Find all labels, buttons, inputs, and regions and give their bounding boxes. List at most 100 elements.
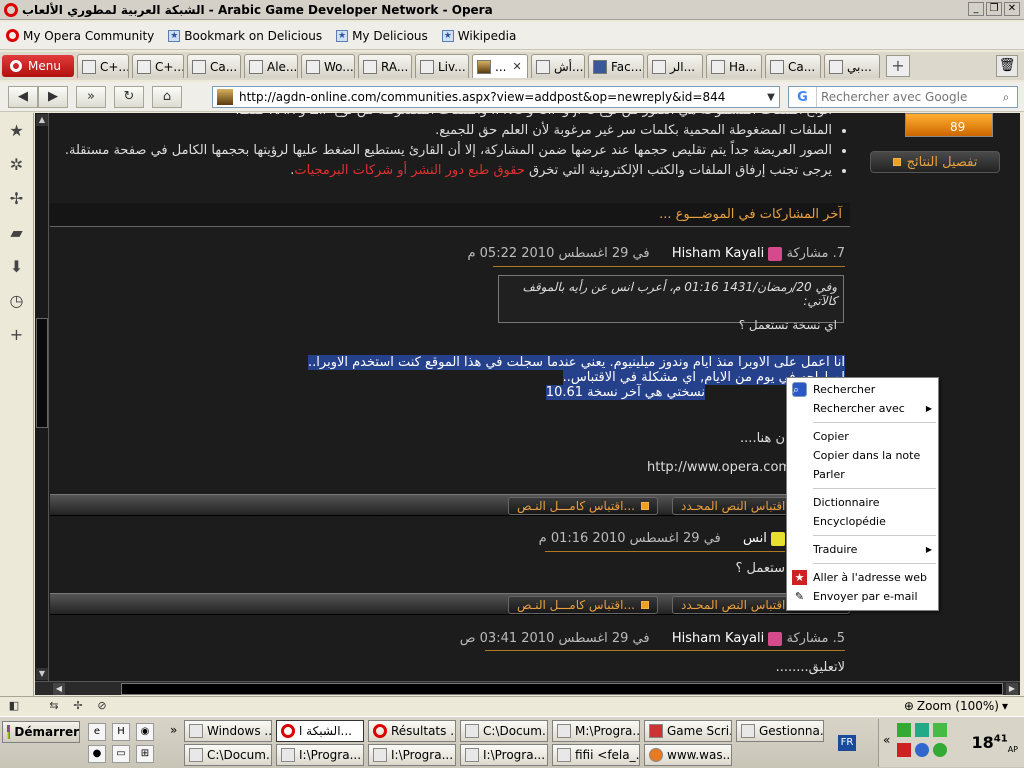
minimize-button[interactable]: _	[968, 2, 984, 16]
add-panel-icon[interactable]: +	[7, 325, 27, 345]
quicklaunch-media-icon[interactable]: ●	[88, 745, 106, 763]
tray-app-icon[interactable]	[933, 723, 947, 737]
selected-text-line[interactable]: انا اعمل على الاوبرا منذ ايام وندوز ميلي…	[295, 355, 845, 370]
details-button[interactable]: تفصيل النتائج	[870, 151, 1000, 173]
quote-full-button[interactable]: اقتباس كامـــل النـص...	[508, 596, 658, 614]
scroll-left-icon[interactable]: ◀	[53, 683, 65, 695]
tray-network-icon[interactable]	[915, 743, 929, 757]
tab[interactable]: أش...	[531, 54, 585, 78]
tab-active[interactable]: ... ✕	[472, 54, 528, 78]
tray-app-icon[interactable]	[915, 723, 929, 737]
search-box[interactable]: G ⌕	[788, 86, 1018, 108]
menu-item-copy[interactable]: Copier	[787, 427, 938, 446]
tab[interactable]: RA...	[358, 54, 412, 78]
tab[interactable]: Fac...	[588, 54, 644, 78]
tab[interactable]: Ca...	[765, 54, 821, 78]
fast-forward-button[interactable]: »	[76, 85, 106, 108]
back-button[interactable]: ◀	[8, 85, 38, 108]
tab[interactable]: Ca...	[187, 54, 241, 78]
zoom-control[interactable]: ⊕ Zoom (100%) ▾	[904, 699, 1008, 713]
chevron-down-icon[interactable]: ▼	[763, 92, 779, 103]
address-url[interactable]: http://agdn-online.com/communities.aspx?…	[239, 90, 757, 104]
taskbar-item[interactable]: C:\Docum...	[460, 720, 548, 742]
google-icon[interactable]: G	[789, 87, 817, 107]
quicklaunch-firefox-icon[interactable]: ◉	[136, 723, 154, 741]
home-button[interactable]: ⌂	[152, 85, 182, 108]
history-clock-icon[interactable]: ◷	[7, 291, 27, 311]
quote-full-button[interactable]: اقتباس كامـــل النـص...	[508, 497, 658, 515]
bookmark-delicious[interactable]: ★ Bookmark on Delicious	[168, 29, 322, 43]
bookmark-wikipedia[interactable]: ★ Wikipedia	[441, 29, 516, 43]
language-indicator[interactable]: FR	[838, 735, 856, 751]
menu-item-copy-to-note[interactable]: Copier dans la note	[787, 446, 938, 465]
quicklaunch-app-icon[interactable]: H	[112, 723, 130, 741]
menu-item-go-to-address[interactable]: ★ Aller à l'adresse web	[787, 568, 938, 587]
quicklaunch-desktop-icon[interactable]: ▭	[112, 745, 130, 763]
taskbar-item[interactable]: fifii <fela_...	[552, 744, 640, 766]
tray-expand-icon[interactable]: «	[883, 733, 890, 747]
taskbar-item[interactable]: Gestionna...	[736, 720, 824, 742]
scroll-down-icon[interactable]: ▼	[36, 668, 48, 680]
menu-item-search[interactable]: ⌕ Rechercher	[787, 380, 938, 399]
tray-antivirus-icon[interactable]	[897, 743, 911, 757]
taskbar-item[interactable]: Game Scri...	[644, 720, 732, 742]
taskbar-item-active[interactable]: الشبكة ا...	[276, 720, 364, 742]
menu-item-send-email[interactable]: ✎ Envoyer par e-mail	[787, 587, 938, 606]
taskbar-item[interactable]: Windows ...	[184, 720, 272, 742]
menu-item-translate[interactable]: Traduire ▶	[787, 540, 938, 559]
notes-icon[interactable]: ▰	[7, 223, 27, 243]
unite-icon[interactable]: ✢	[7, 189, 27, 209]
clock[interactable]: 1841AP	[972, 733, 1018, 754]
unite-icon[interactable]: ✢	[68, 699, 88, 715]
menu-item-encyclopedia[interactable]: Encyclopédie	[787, 512, 938, 531]
tab[interactable]: Ha...	[706, 54, 762, 78]
scroll-right-icon[interactable]: ▶	[1006, 683, 1018, 695]
vertical-scrollbar[interactable]: ▲ ▼	[35, 113, 49, 681]
search-icon[interactable]: ⌕	[995, 90, 1017, 105]
more-chevron-icon[interactable]: »	[170, 723, 177, 737]
quicklaunch-ie-icon[interactable]: e	[88, 723, 106, 741]
reload-button[interactable]: ↻	[114, 85, 144, 108]
widgets-gear-icon[interactable]: ✲	[7, 155, 27, 175]
scroll-thumb[interactable]	[121, 683, 1003, 695]
downloads-icon[interactable]: ⬇	[7, 257, 27, 277]
menu-item-dictionary[interactable]: Dictionnaire	[787, 493, 938, 512]
bookmark-my-delicious[interactable]: ★ My Delicious	[336, 29, 428, 43]
horizontal-scrollbar[interactable]: ◀ ▶	[35, 681, 1020, 695]
post-author[interactable]: انس	[743, 531, 767, 546]
menu-item-search-with[interactable]: Rechercher avec ▶	[787, 399, 938, 418]
tab[interactable]: Ale...	[244, 54, 298, 78]
tab[interactable]: C+...	[132, 54, 184, 78]
opera-menu-button[interactable]: Menu	[2, 55, 74, 77]
bookmarks-star-icon[interactable]: ★	[7, 121, 27, 141]
selected-text-line[interactable]: لم اواجه في يوم من الايام, اي مشكلة في ا…	[295, 370, 845, 385]
taskbar-item[interactable]: I:\Progra...	[368, 744, 456, 766]
taskbar-item[interactable]: I:\Progra...	[276, 744, 364, 766]
scroll-up-icon[interactable]: ▲	[36, 114, 48, 126]
new-tab-button[interactable]: +	[886, 55, 910, 77]
post-link[interactable]: http://www.opera.com/	[647, 460, 795, 475]
bookmark-my-opera[interactable]: My Opera Community	[6, 29, 154, 43]
close-button[interactable]: ✕	[1004, 2, 1020, 16]
trash-icon[interactable]: 🗑	[996, 55, 1018, 77]
scroll-thumb[interactable]	[36, 318, 48, 428]
address-bar[interactable]: http://agdn-online.com/communities.aspx?…	[212, 86, 780, 108]
tab[interactable]: Wo...	[301, 54, 355, 78]
taskbar-item[interactable]: www.was...	[644, 744, 732, 766]
tab[interactable]: C+...	[77, 54, 129, 78]
tab[interactable]: بي...	[824, 54, 880, 78]
menu-item-speak[interactable]: Parler	[787, 465, 938, 484]
tab[interactable]: Liv...	[415, 54, 469, 78]
tray-app-icon[interactable]	[897, 723, 911, 737]
sync-icon[interactable]: ⇆	[44, 699, 64, 715]
tab[interactable]: الر...	[647, 54, 703, 78]
post-author[interactable]: Hisham Kayali	[672, 246, 764, 261]
restore-button[interactable]: ❐	[986, 2, 1002, 16]
search-input[interactable]	[817, 87, 995, 107]
panel-toggle-icon[interactable]: ◧	[4, 699, 24, 715]
taskbar-item[interactable]: I:\Progra...	[460, 744, 548, 766]
forward-button[interactable]: ▶	[38, 85, 68, 108]
turbo-icon[interactable]: ⊘	[92, 699, 112, 715]
selected-text-line[interactable]: نسختي هي آخر نسخة 10.61	[295, 385, 705, 400]
taskbar-item[interactable]: M:\Progra...	[552, 720, 640, 742]
